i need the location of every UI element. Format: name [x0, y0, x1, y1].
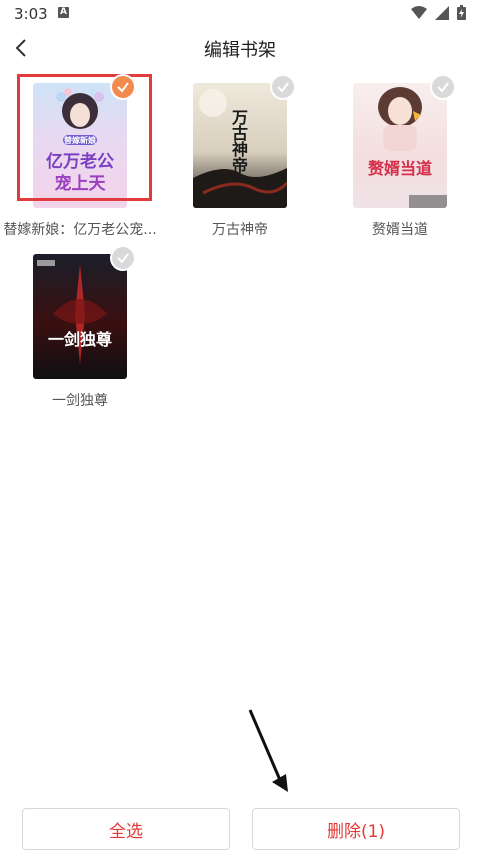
delete-button[interactable]: 删除(1)	[252, 808, 460, 850]
book-item[interactable]: 赘婿当道 赘婿当道	[320, 70, 480, 245]
page-title: 编辑书架	[204, 40, 276, 61]
status-time: 3:03	[14, 5, 48, 23]
book-title: 万古神帝	[212, 222, 268, 238]
book-cover[interactable]: 万古神帝	[193, 83, 287, 208]
book-item[interactable]: 一剑独尊 一剑独尊	[0, 241, 160, 416]
check-icon[interactable]	[430, 74, 456, 100]
signal-icon	[435, 5, 449, 20]
cover-art	[378, 87, 447, 208]
annotation-arrow-icon	[248, 709, 288, 792]
book-cover[interactable]: 一剑独尊	[33, 254, 127, 379]
select-all-button[interactable]: 全选	[22, 808, 230, 850]
book-item[interactable]: 万古神帝 万古神帝	[160, 70, 320, 245]
book-title: 赘婿当道	[372, 222, 428, 238]
cover-art	[37, 260, 107, 364]
status-bar: 3:03 A	[0, 0, 480, 28]
cover-title: 赘婿当道	[367, 159, 432, 178]
check-icon[interactable]	[110, 74, 136, 100]
cover-title: 万古神帝	[229, 109, 248, 173]
app-bar: 编辑书架	[0, 28, 480, 68]
check-icon[interactable]	[110, 245, 136, 271]
cover-title: 一剑独尊	[47, 330, 112, 349]
book-title: 替嫁新娘：亿万老公宠...	[3, 222, 157, 238]
status-icons	[411, 5, 466, 20]
book-cover[interactable]: 赘婿当道	[353, 83, 447, 208]
footer-bar: 全选 删除(1)	[0, 805, 480, 855]
wifi-icon	[411, 5, 427, 19]
book-item[interactable]: 替嫁新娘 亿万老公 宠上天 替嫁新娘：亿万老公宠...	[0, 70, 160, 245]
notification-icon: A	[58, 7, 69, 18]
check-icon[interactable]	[270, 74, 296, 100]
book-title: 一剑独尊	[52, 393, 108, 409]
battery-icon	[457, 5, 466, 20]
